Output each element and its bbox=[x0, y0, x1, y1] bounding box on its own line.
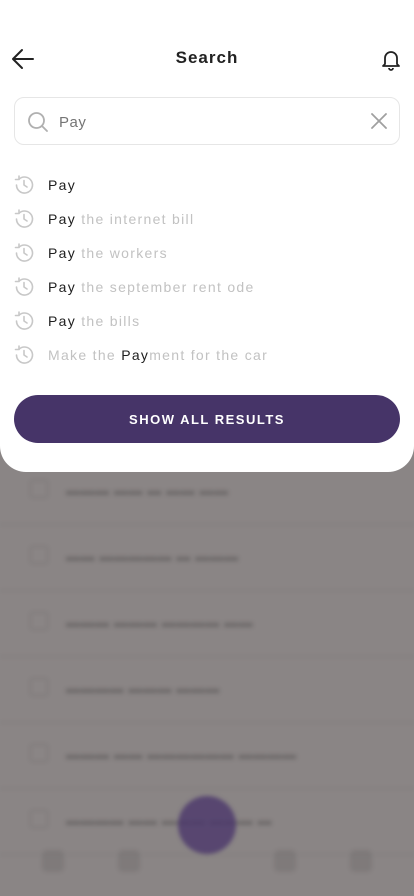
search-input[interactable] bbox=[57, 98, 361, 146]
background-checkbox bbox=[30, 810, 48, 828]
match-highlight: Pay bbox=[48, 245, 77, 261]
background-row: ▬▬▬ ▬▬▬ ▬▬▬▬ ▬▬ bbox=[0, 590, 414, 657]
background-row: ▬▬▬▬ ▬▬▬ ▬▬▬ bbox=[0, 656, 414, 723]
background-row-text: ▬▬▬ ▬▬ ▬ ▬▬ ▬▬ bbox=[66, 482, 229, 498]
recent-search-item[interactable]: Pay the workers bbox=[0, 236, 414, 270]
history-icon bbox=[14, 277, 34, 296]
background-row-text: ▬▬▬ ▬▬▬ ▬▬▬▬ ▬▬ bbox=[66, 614, 254, 630]
recent-search-text: Pay bbox=[48, 177, 76, 193]
recent-search-item[interactable]: Pay the september rent ode bbox=[0, 270, 414, 304]
recent-search-text: Make the Payment for the car bbox=[48, 347, 268, 363]
search-sheet: Search Pay Pay Pay the internet bill Pay… bbox=[0, 0, 414, 472]
text-after: ment for the car bbox=[149, 347, 269, 363]
background-checkbox bbox=[30, 546, 48, 564]
match-highlight: Pay bbox=[48, 177, 77, 193]
recent-search-text: Pay the september rent ode bbox=[48, 279, 255, 295]
show-all-results-button[interactable]: SHOW ALL RESULTS bbox=[14, 395, 400, 443]
background-checkbox bbox=[30, 480, 48, 498]
close-icon[interactable] bbox=[370, 112, 388, 130]
background-nav-icon bbox=[274, 850, 296, 872]
recent-search-item[interactable]: Make the Payment for the car bbox=[0, 338, 414, 372]
recent-searches-list: Pay Pay the internet bill Pay the worker… bbox=[0, 168, 414, 372]
match-highlight: Pay bbox=[48, 279, 77, 295]
bell-icon[interactable] bbox=[379, 47, 403, 71]
background-row-text: ▬▬▬▬ ▬▬▬ ▬▬▬ bbox=[66, 680, 220, 696]
background-checkbox bbox=[30, 612, 48, 630]
history-icon bbox=[14, 209, 34, 228]
background-row-text: ▬▬ ▬▬▬▬▬ ▬ ▬▬▬ bbox=[66, 548, 239, 564]
recent-search-item[interactable]: Pay bbox=[0, 168, 414, 202]
page-title: Search bbox=[175, 48, 239, 67]
match-highlight: Pay bbox=[48, 313, 77, 329]
history-icon bbox=[14, 345, 34, 364]
recent-search-text: Pay the bills bbox=[48, 313, 140, 329]
background-row: ▬▬ ▬▬▬▬▬ ▬ ▬▬▬ bbox=[0, 524, 414, 591]
background-checkbox bbox=[30, 744, 48, 762]
text-before: Make the bbox=[48, 347, 122, 363]
text-after: the september rent ode bbox=[76, 279, 255, 295]
background-row-text: ▬▬▬ ▬▬ ▬▬▬▬▬▬ ▬▬▬▬ bbox=[66, 746, 297, 762]
background-fab bbox=[178, 796, 236, 854]
background-nav-icon bbox=[118, 850, 140, 872]
text-after: the internet bill bbox=[76, 211, 195, 227]
background-nav-icon bbox=[42, 850, 64, 872]
history-icon bbox=[14, 311, 34, 330]
history-icon bbox=[14, 175, 34, 194]
match-highlight: Pay bbox=[121, 347, 150, 363]
search-field[interactable] bbox=[14, 97, 400, 146]
header: Search bbox=[0, 36, 414, 80]
background-row: ▬▬▬ ▬▬ ▬▬▬▬▬▬ ▬▬▬▬ bbox=[0, 722, 414, 789]
match-highlight: Pay bbox=[48, 211, 77, 227]
background-row-text: ▬▬▬▬ ▬▬ ▬▬▬ ▬▬▬ ▬ bbox=[66, 812, 273, 828]
text-after: the workers bbox=[76, 245, 168, 261]
recent-search-item[interactable]: Pay the internet bill bbox=[0, 202, 414, 236]
recent-search-text: Pay the workers bbox=[48, 245, 168, 261]
history-icon bbox=[14, 243, 34, 262]
text-after: the bills bbox=[76, 313, 141, 329]
background-checkbox bbox=[30, 678, 48, 696]
background-nav-icon bbox=[350, 850, 372, 872]
search-icon bbox=[28, 112, 48, 132]
recent-search-text: Pay the internet bill bbox=[48, 211, 194, 227]
recent-search-item[interactable]: Pay the bills bbox=[0, 304, 414, 338]
